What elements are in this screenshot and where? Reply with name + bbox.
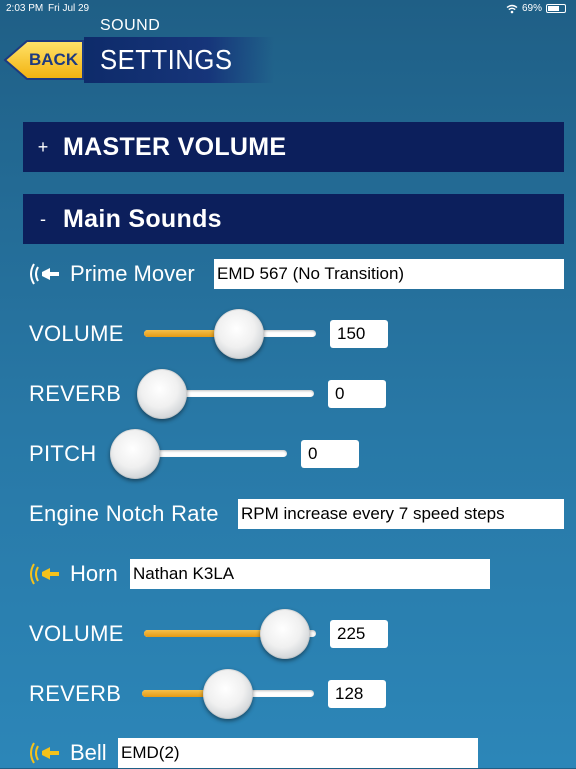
battery-icon [546, 4, 566, 13]
horn-label: Horn [70, 561, 118, 586]
back-button[interactable]: BACK [3, 39, 85, 81]
engine-notch-label: Engine Notch Rate [29, 501, 219, 526]
horn-row: Horn [28, 558, 118, 590]
prime-pitch-slider[interactable] [110, 429, 287, 479]
horn-sound-icon [30, 563, 59, 585]
bell-label: Bell [70, 740, 107, 765]
section-main-sounds[interactable]: - Main Sounds [23, 194, 564, 244]
page-title: SETTINGS [100, 44, 233, 75]
slider-thumb[interactable] [137, 369, 187, 419]
prime-reverb-slider[interactable] [137, 369, 314, 419]
horn-volume-value[interactable]: 225 [330, 620, 388, 648]
horn-sound-icon [30, 263, 59, 285]
status-bar: 2:03 PM Fri Jul 29 69% [0, 0, 576, 18]
status-right: 69% [506, 3, 566, 14]
wifi-icon [506, 4, 518, 13]
prime-volume-value[interactable]: 150 [330, 320, 388, 348]
horn-select[interactable]: Nathan K3LA [130, 559, 490, 589]
slider-thumb[interactable] [260, 609, 311, 659]
horn-reverb-slider[interactable] [142, 669, 314, 719]
slider-thumb[interactable] [213, 309, 264, 359]
horn-reverb-value[interactable]: 128 [328, 680, 386, 708]
section-title: Main Sounds [63, 204, 222, 233]
prime-reverb-label: REVERB [29, 381, 122, 406]
bell-row: Bell [28, 737, 107, 769]
header-subtitle: SOUND [100, 17, 161, 34]
horn-reverb-label: REVERB [29, 681, 122, 706]
expand-sign: + [37, 136, 49, 157]
back-label: BACK [29, 50, 79, 69]
section-title: MASTER VOLUME [63, 132, 287, 161]
prime-mover-label: Prime Mover [70, 261, 195, 286]
battery-percent: 69% [521, 3, 542, 14]
collapse-sign: - [40, 208, 46, 229]
prime-volume-label: VOLUME [29, 321, 124, 346]
prime-pitch-label: PITCH [29, 441, 97, 466]
engine-notch-select[interactable]: RPM increase every 7 speed steps [238, 499, 564, 529]
prime-reverb-value[interactable]: 0 [328, 380, 386, 408]
status-date: Fri Jul 29 [48, 3, 90, 14]
slider-thumb[interactable] [203, 669, 253, 719]
prime-mover-row: Prime Mover [28, 258, 195, 290]
prime-mover-select[interactable]: EMD 567 (No Transition) [214, 259, 564, 289]
horn-volume-label: VOLUME [29, 621, 124, 646]
prime-pitch-value[interactable]: 0 [301, 440, 359, 468]
status-time: 2:03 PM [6, 3, 44, 14]
section-master-volume[interactable]: + MASTER VOLUME [23, 122, 564, 172]
horn-volume-slider[interactable] [144, 609, 316, 659]
bell-select[interactable]: EMD(2) [118, 738, 478, 768]
prime-volume-slider[interactable] [144, 309, 316, 359]
horn-sound-icon [30, 742, 59, 764]
slider-thumb[interactable] [110, 429, 160, 479]
